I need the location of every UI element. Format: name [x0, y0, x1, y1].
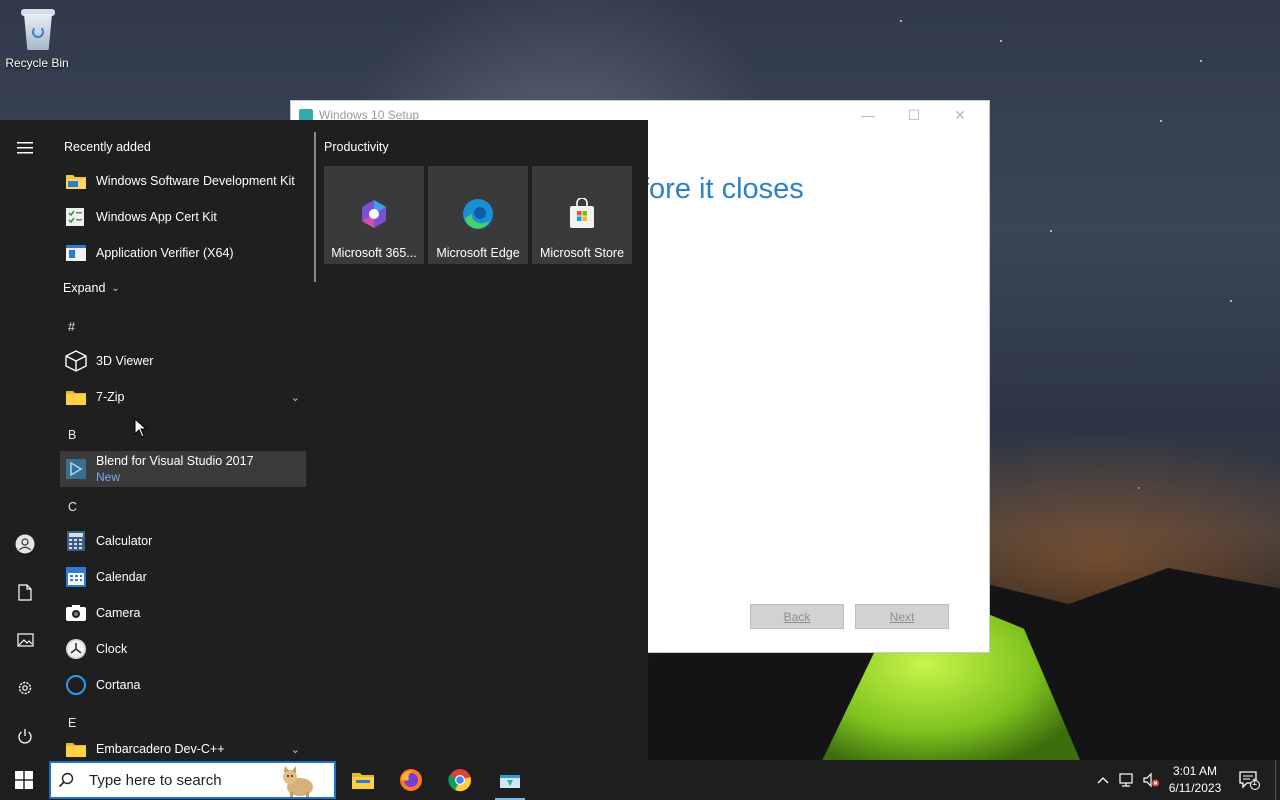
- camera-icon: [64, 601, 88, 625]
- taskbar-chrome[interactable]: [437, 760, 483, 800]
- search-icon: [51, 772, 81, 788]
- app-verifier-icon: [64, 241, 88, 265]
- tiles-group: Productivity Microsoft 365... Microsoft …: [324, 140, 632, 264]
- chevron-down-icon[interactable]: ⌄: [291, 391, 300, 404]
- app-item-camera[interactable]: Camera: [60, 595, 306, 631]
- tile-microsoft-365[interactable]: Microsoft 365...: [324, 166, 424, 264]
- settings-gear-icon[interactable]: [0, 668, 50, 708]
- chevron-up-icon: [1097, 777, 1109, 784]
- mouse-cursor-icon: [134, 418, 148, 438]
- network-icon: [1119, 773, 1133, 787]
- app-list-scrollbar[interactable]: [314, 132, 316, 282]
- group-letter-b[interactable]: B: [68, 428, 76, 442]
- network-tray-button[interactable]: [1116, 760, 1138, 800]
- chrome-icon: [448, 769, 471, 792]
- start-rail: [0, 120, 50, 760]
- file-explorer-icon: [352, 773, 374, 789]
- group-letter-e[interactable]: E: [68, 716, 76, 730]
- taskbar-windows-setup[interactable]: [487, 760, 533, 800]
- store-icon: [570, 198, 594, 228]
- documents-icon[interactable]: [0, 572, 50, 612]
- blend-icon: [64, 457, 88, 481]
- taskbar-firefox[interactable]: [388, 760, 434, 800]
- folder-icon: [64, 385, 88, 409]
- start-menu: Recently added Windows Software Developm…: [0, 120, 648, 760]
- taskbar: Type here to search 3:01 AM 6/11/2023 1: [0, 760, 1280, 800]
- next-button[interactable]: Next: [855, 604, 949, 629]
- edge-icon: [463, 199, 493, 229]
- app-item-windows-app-cert-kit[interactable]: Windows App Cert Kit: [60, 199, 306, 235]
- windows-logo-icon: [15, 771, 33, 789]
- app-item-blend[interactable]: Blend for Visual Studio 2017 New: [60, 451, 306, 487]
- taskbar-file-explorer[interactable]: [340, 760, 386, 800]
- show-desktop-button[interactable]: [1275, 760, 1280, 800]
- clock-time: 3:01 AM: [1172, 764, 1218, 778]
- taskbar-search-box[interactable]: Type here to search: [49, 761, 336, 799]
- cortana-icon: [64, 673, 88, 697]
- app-item-application-verifier[interactable]: Application Verifier (X64): [60, 235, 306, 271]
- user-account-icon[interactable]: [0, 524, 50, 564]
- expand-button[interactable]: Expand ⌄: [63, 281, 120, 295]
- app-item-3d-viewer[interactable]: 3D Viewer: [60, 343, 306, 379]
- recently-added-header: Recently added: [64, 140, 151, 154]
- action-center-button[interactable]: 1: [1234, 760, 1264, 800]
- app-item-windows-sdk[interactable]: Windows Software Development Kit: [60, 163, 306, 199]
- calculator-icon: [64, 529, 88, 553]
- taskbar-clock[interactable]: 3:01 AM 6/11/2023: [1162, 763, 1228, 797]
- start-button[interactable]: [0, 760, 48, 800]
- back-button[interactable]: Back: [750, 604, 844, 629]
- setup-heading: fore it closes: [641, 173, 804, 205]
- app-list[interactable]: Recently added Windows Software Developm…: [56, 120, 312, 760]
- tile-microsoft-store[interactable]: Microsoft Store: [532, 166, 632, 264]
- search-highlight-cat-icon: [283, 766, 313, 797]
- close-button[interactable]: ✕: [937, 103, 983, 127]
- tiles-group-title[interactable]: Productivity: [324, 140, 632, 154]
- folder-icon: [64, 169, 88, 193]
- app-item-clock[interactable]: Clock: [60, 631, 306, 667]
- pictures-icon[interactable]: [0, 620, 50, 660]
- app-item-calendar[interactable]: Calendar: [60, 559, 306, 595]
- chevron-down-icon[interactable]: ⌄: [291, 743, 300, 756]
- app-item-embarcadero[interactable]: Embarcadero Dev-C++ ⌄: [60, 731, 306, 760]
- clock-date: 6/11/2023: [1168, 781, 1222, 795]
- tile-microsoft-edge[interactable]: Microsoft Edge: [428, 166, 528, 264]
- hamburger-menu-icon[interactable]: [0, 128, 50, 168]
- recycle-bin-icon: [18, 6, 56, 52]
- folder-icon: [64, 737, 88, 760]
- maximize-button[interactable]: ☐: [891, 103, 937, 127]
- search-placeholder: Type here to search: [89, 771, 222, 789]
- app-item-cortana[interactable]: Cortana: [60, 667, 306, 703]
- firefox-icon: [400, 769, 422, 791]
- notification-count: 1: [1252, 777, 1258, 787]
- app-item-calculator[interactable]: Calculator: [60, 523, 306, 559]
- microsoft-365-icon: [362, 200, 386, 228]
- volume-tray-button[interactable]: [1140, 760, 1162, 800]
- desktop-icon-recycle-bin[interactable]: Recycle Bin: [4, 6, 70, 70]
- app-item-7-zip[interactable]: 7-Zip ⌄: [60, 379, 306, 415]
- windows-setup-icon: [500, 775, 520, 788]
- recycle-bin-label: Recycle Bin: [5, 56, 69, 70]
- minimize-button[interactable]: —: [845, 103, 891, 127]
- cert-kit-icon: [64, 205, 88, 229]
- group-letter-hash[interactable]: #: [68, 320, 75, 334]
- clock-icon: [64, 637, 88, 661]
- calendar-icon: [64, 565, 88, 589]
- power-icon[interactable]: [0, 716, 50, 756]
- group-letter-c[interactable]: C: [68, 500, 77, 514]
- chevron-down-icon: ⌄: [111, 282, 120, 294]
- 3d-cube-icon: [64, 349, 88, 373]
- show-hidden-icons-button[interactable]: [1092, 760, 1114, 800]
- new-badge: New: [96, 470, 121, 484]
- volume-muted-icon: [1143, 772, 1159, 788]
